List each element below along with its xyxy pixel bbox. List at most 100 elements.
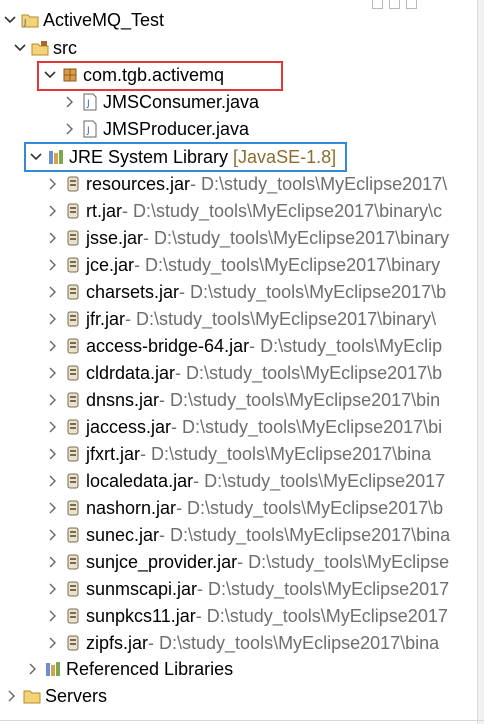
java-file-icon: J <box>81 93 99 111</box>
jar-label: jfr.jar <box>86 308 126 329</box>
jar-label: sunpkcs11.jar <box>86 605 196 626</box>
jar-path: - D:\study_tools\MyEclipse2017 <box>197 578 450 599</box>
tree-item-jar[interactable]: jfxrt.jar - D:\study_tools\MyEclipse2017… <box>47 441 431 467</box>
jar-label: dnsns.jar <box>86 389 160 410</box>
tree-item-jar[interactable]: jce.jar - D:\study_tools\MyEclipse2017\b… <box>47 252 440 278</box>
highlight-box-package <box>37 61 283 91</box>
jar-icon <box>64 580 82 598</box>
chevron-right-icon[interactable] <box>64 89 76 115</box>
chevron-right-icon[interactable] <box>6 683 18 709</box>
jar-path: - D:\study_tools\MyEclipse2017\bina <box>159 524 451 545</box>
jar-icon <box>64 202 82 220</box>
chevron-right-icon[interactable] <box>47 306 59 332</box>
tree-item-jar[interactable]: sunjce_provider.jar - D:\study_tools\MyE… <box>47 549 449 575</box>
tree-item-jar[interactable]: rt.jar - D:\study_tools\MyEclipse2017\bi… <box>47 198 442 224</box>
jar-icon <box>64 445 82 463</box>
jar-path: - D:\study_tools\MyEclipse2017\b <box>179 281 447 302</box>
tree-item-project[interactable]: J ActiveMQ_Test <box>4 7 164 33</box>
tree-item-file[interactable]: J JMSConsumer.java <box>64 89 259 115</box>
tree-item-jar[interactable]: localedata.jar - D:\study_tools\MyEclips… <box>47 468 445 494</box>
jar-icon <box>64 418 82 436</box>
svg-text:J: J <box>86 99 90 109</box>
referenced-libraries-icon <box>44 660 62 678</box>
jar-icon <box>64 337 82 355</box>
jar-icon <box>64 472 82 490</box>
folder-icon <box>23 687 41 705</box>
chevron-right-icon[interactable] <box>47 522 59 548</box>
tree-item-jar[interactable]: access-bridge-64.jar - D:\study_tools\My… <box>47 333 442 359</box>
jar-icon <box>64 526 82 544</box>
jar-path: - D:\study_tools\MyEclipse <box>237 551 450 572</box>
chevron-right-icon[interactable] <box>27 656 39 682</box>
jar-label: rt.jar <box>86 200 122 221</box>
jar-path: - D:\study_tools\MyEclipse2017\binary\c <box>122 200 443 221</box>
tree-item-jar[interactable]: charsets.jar - D:\study_tools\MyEclipse2… <box>47 279 446 305</box>
chevron-right-icon[interactable] <box>47 225 59 251</box>
jar-path: - D:\study_tools\MyEclipse2017\ <box>190 173 448 194</box>
panel-bottom-border <box>0 720 484 721</box>
jar-path: - D:\study_tools\MyEclipse2017\binary <box>134 254 441 275</box>
tree-item-jar[interactable]: sunec.jar - D:\study_tools\MyEclipse2017… <box>47 522 450 548</box>
chevron-down-icon[interactable] <box>14 35 26 61</box>
chevron-right-icon[interactable] <box>47 333 59 359</box>
jar-label: nashorn.jar <box>86 497 177 518</box>
svg-text:J: J <box>23 18 26 27</box>
jar-icon <box>64 553 82 571</box>
chevron-right-icon[interactable] <box>47 468 59 494</box>
tree-item-jar[interactable]: jsse.jar - D:\study_tools\MyEclipse2017\… <box>47 225 449 251</box>
tree-item-jar[interactable]: dnsns.jar - D:\study_tools\MyEclipse2017… <box>47 387 440 413</box>
chevron-right-icon[interactable] <box>47 279 59 305</box>
chevron-right-icon[interactable] <box>47 549 59 575</box>
jar-label: jaccess.jar <box>86 416 172 437</box>
chevron-down-icon[interactable] <box>4 7 16 33</box>
jar-icon <box>64 499 82 517</box>
chevron-right-icon[interactable] <box>47 387 59 413</box>
jar-icon <box>64 310 82 328</box>
chevron-right-icon[interactable] <box>47 630 59 656</box>
tree-item-jar[interactable]: jfr.jar - D:\study_tools\MyEclipse2017\b… <box>47 306 436 332</box>
tree-item-jar[interactable]: zipfs.jar - D:\study_tools\MyEclipse2017… <box>47 630 439 656</box>
jar-icon <box>64 283 82 301</box>
tree-item-referenced-libraries[interactable]: Referenced Libraries <box>27 656 233 682</box>
tree-item-jar[interactable]: nashorn.jar - D:\study_tools\MyEclipse20… <box>47 495 443 521</box>
tree-item-jar[interactable]: resources.jar - D:\study_tools\MyEclipse… <box>47 171 447 197</box>
jar-path: - D:\study_tools\MyEclipse2017\binary <box>143 227 450 248</box>
jar-label: jsse.jar <box>86 227 144 248</box>
tree-item-jar[interactable]: sunpkcs11.jar - D:\study_tools\MyEclipse… <box>47 603 448 629</box>
servers-label: Servers <box>45 685 108 706</box>
jar-label: jfxrt.jar <box>86 443 140 464</box>
jar-icon <box>64 256 82 274</box>
chevron-right-icon[interactable] <box>47 360 59 386</box>
tree-item-src[interactable]: src <box>14 35 77 61</box>
jar-path: - D:\study_tools\MyEclipse2017\b <box>176 497 444 518</box>
highlight-box-jre <box>24 142 347 172</box>
chevron-right-icon[interactable] <box>64 116 76 142</box>
chevron-right-icon[interactable] <box>47 603 59 629</box>
jar-path: - D:\study_tools\MyEclipse2017\bin <box>159 389 441 410</box>
tree-item-jar[interactable]: jaccess.jar - D:\study_tools\MyEclipse20… <box>47 414 442 440</box>
jar-label: cldrdata.jar <box>86 362 176 383</box>
chevron-right-icon[interactable] <box>47 441 59 467</box>
chevron-right-icon[interactable] <box>47 171 59 197</box>
java-file-icon: J <box>81 120 99 138</box>
chevron-right-icon[interactable] <box>47 576 59 602</box>
chevron-right-icon[interactable] <box>47 414 59 440</box>
source-folder-icon <box>31 39 49 57</box>
jar-path: - D:\study_tools\MyEclipse2017\b <box>175 362 443 383</box>
vertical-scrollbar[interactable] <box>477 0 484 724</box>
jar-label: zipfs.jar <box>86 632 149 653</box>
chevron-right-icon[interactable] <box>47 198 59 224</box>
tree-item-servers[interactable]: Servers <box>6 683 107 709</box>
chevron-right-icon[interactable] <box>47 252 59 278</box>
tree-item-jar[interactable]: cldrdata.jar - D:\study_tools\MyEclipse2… <box>47 360 442 386</box>
jar-label: jce.jar <box>86 254 135 275</box>
jar-path: - D:\study_tools\MyEclipse2017\bina <box>148 632 440 653</box>
jar-icon <box>64 229 82 247</box>
chevron-right-icon[interactable] <box>47 495 59 521</box>
tree-item-file[interactable]: J JMSProducer.java <box>64 116 249 142</box>
tree-item-jar[interactable]: sunmscapi.jar - D:\study_tools\MyEclipse… <box>47 576 449 602</box>
jar-icon <box>64 634 82 652</box>
view-toolbar-icons[interactable] <box>372 0 417 10</box>
jar-path: - D:\study_tools\MyEclipse2017 <box>195 605 448 626</box>
jar-label: localedata.jar <box>86 470 194 491</box>
